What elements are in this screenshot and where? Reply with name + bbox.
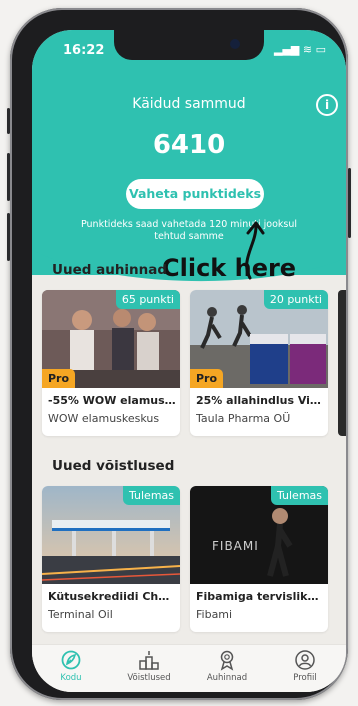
tab-label: Profiil	[293, 673, 317, 683]
steps-count: 6410	[152, 130, 226, 160]
info-icon[interactable]: i	[316, 94, 338, 116]
tab-home[interactable]: Kodu	[32, 649, 110, 683]
prize-card-vitamins[interactable]: 20 punkti Pro 25% allahindlus Vit... Tau…	[190, 290, 328, 436]
competition-card-fibami[interactable]: FIBAMI Tulemas Fibamiga tervislikul... F…	[190, 486, 328, 632]
prize-vendor: WOW elamuskeskus	[48, 412, 160, 425]
competition-card-terminal[interactable]: Tulemas Kütusekrediidi Chal... Terminal …	[42, 486, 180, 632]
pro-badge: Pro	[42, 369, 76, 388]
page-title: Käidud sammud	[132, 96, 246, 112]
click-here-callout: Click here	[162, 254, 297, 282]
prize-title: -55% WOW elamus...	[48, 394, 176, 407]
podium-icon	[139, 651, 159, 670]
points-badge: 65 punkti	[115, 290, 180, 309]
medal-icon	[220, 650, 234, 671]
prize-card-peek[interactable]	[338, 290, 346, 436]
status-badge: Tulemas	[270, 486, 328, 505]
tab-prizes[interactable]: Auhinnad	[188, 649, 266, 683]
fibami-logo-text: FIBAMI	[212, 539, 259, 553]
tab-competitions[interactable]: Võistlused	[110, 649, 188, 683]
leaf-icon	[61, 650, 81, 670]
tab-label: Auhinnad	[206, 673, 248, 683]
volume-up-button	[7, 153, 10, 201]
status-badge: Tulemas	[122, 486, 180, 505]
points-badge: 20 punkti	[263, 290, 328, 309]
tab-label: Võistlused	[127, 673, 171, 683]
exchange-points-button[interactable]: Vaheta punktideks	[126, 179, 264, 209]
profile-icon	[295, 650, 315, 670]
status-icons: ▂▄▆ ≋ ▭	[274, 43, 326, 56]
prize-card-wow[interactable]: 65 punkti Pro -55% WOW elamus... WOW ela…	[42, 290, 180, 436]
app-screen: 16:22 ▂▄▆ ≋ ▭ Käidud sammud i 6410 Vahet…	[32, 30, 346, 692]
competition-organizer: Terminal Oil	[48, 608, 113, 621]
competition-title: Kütusekrediidi Chal...	[48, 590, 176, 603]
tab-label: Kodu	[60, 673, 82, 683]
pro-badge: Pro	[190, 369, 224, 388]
prize-vendor: Taula Pharma OÜ	[196, 412, 291, 425]
volume-down-button	[7, 213, 10, 261]
tab-profile[interactable]: Profiil	[266, 649, 344, 683]
prize-title: 25% allahindlus Vit...	[196, 394, 324, 407]
status-time: 16:22	[63, 43, 105, 58]
competitions-section-title: Uued võistlused	[52, 458, 175, 474]
competition-organizer: Fibami	[196, 608, 233, 621]
bottom-tab-bar: Kodu Võistlused Auhinnad Profiil	[32, 644, 346, 692]
prizes-section-title: Uued auhinnad	[52, 262, 168, 278]
power-button	[348, 168, 351, 238]
camera-icon	[230, 39, 240, 49]
mute-switch	[7, 108, 10, 134]
competition-title: Fibamiga tervislikul...	[196, 590, 324, 603]
notch	[114, 30, 264, 60]
